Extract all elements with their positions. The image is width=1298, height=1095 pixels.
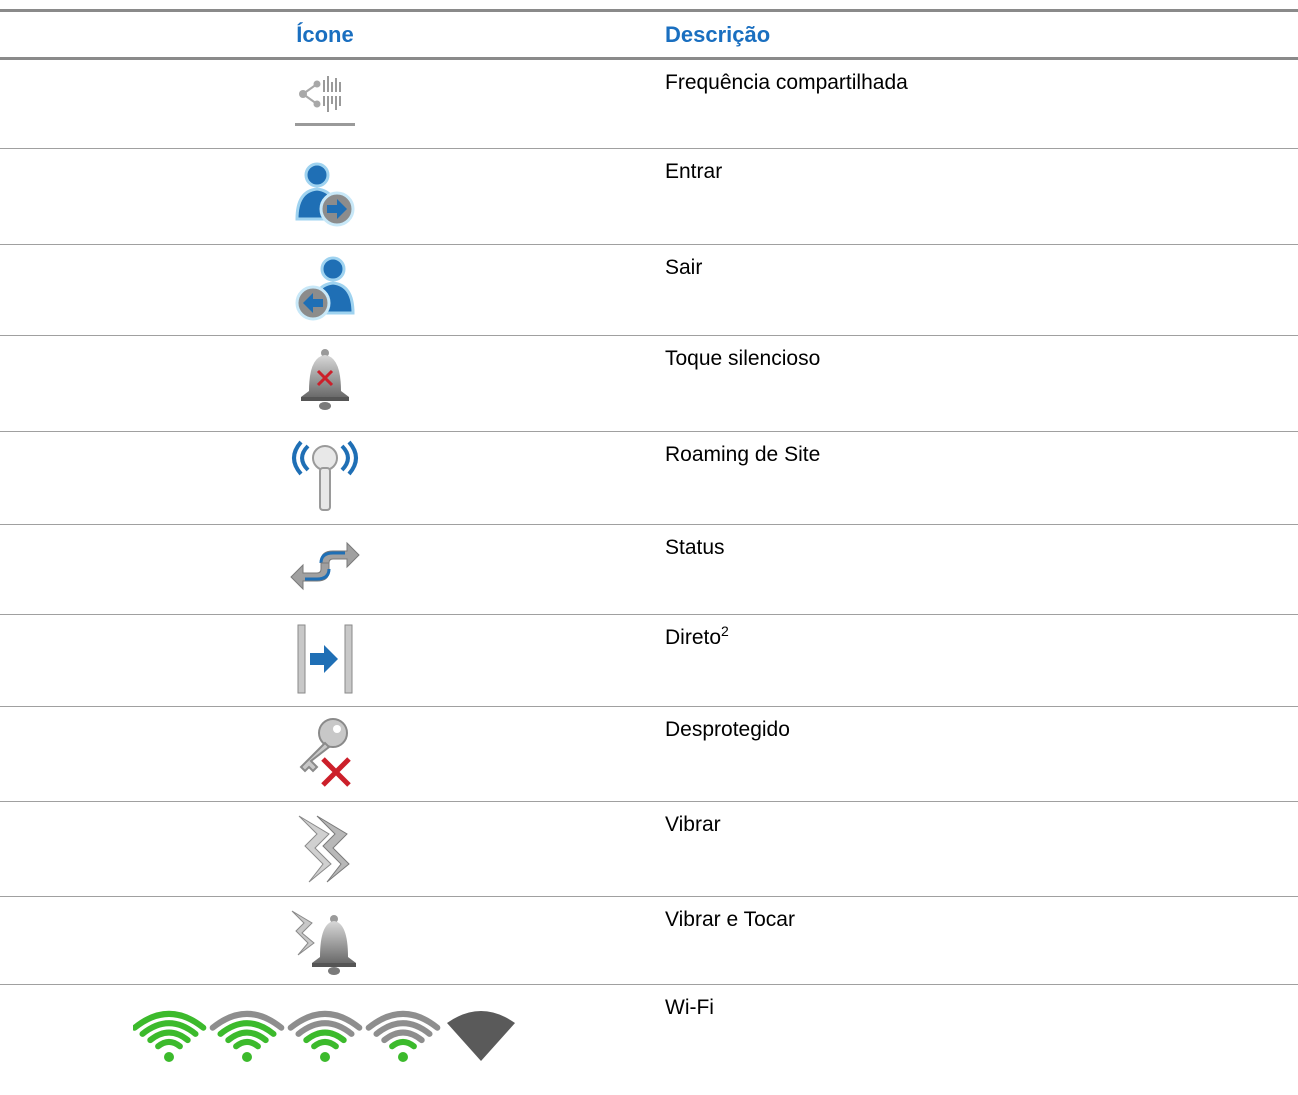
table-row: Roaming de Site — [0, 432, 1298, 525]
row-description: Frequência compartilhada — [665, 71, 908, 94]
wifi-level-1 — [365, 1010, 441, 1062]
table-row: Toque silencioso — [0, 336, 1298, 432]
table-header: Ícone Descrição — [0, 12, 1298, 60]
table-row: Wi-Fi — [0, 985, 1298, 1080]
vibrate-and-ring-icon — [291, 910, 356, 975]
table-row: Status — [0, 525, 1298, 615]
row-description: Status — [665, 536, 725, 559]
row-description: Sair — [665, 256, 703, 279]
wifi-level-2 — [287, 1010, 363, 1062]
row-description: Toque silencioso — [665, 347, 821, 370]
status-icon — [290, 541, 360, 591]
unsecure-icon — [299, 718, 351, 787]
silent-ring-icon — [301, 349, 349, 410]
header-description-column: Descrição — [665, 21, 771, 47]
header-icon-column: Ícone — [296, 21, 354, 47]
table-row: Sair — [0, 245, 1298, 336]
table-row: Vibrar e Tocar — [0, 897, 1298, 985]
row-description: Entrar — [665, 160, 723, 183]
table-row: Vibrar — [0, 802, 1298, 897]
login-icon — [295, 162, 355, 227]
site-roaming-icon — [292, 440, 358, 511]
row-description: Direto — [665, 626, 722, 649]
wifi-level-4 — [133, 1010, 207, 1062]
row-description: Roaming de Site — [665, 443, 821, 466]
logout-icon — [295, 256, 355, 321]
footnote-marker: 2 — [721, 623, 729, 639]
table-row: Desprotegido — [0, 707, 1298, 802]
row-description: Desprotegido — [665, 718, 790, 741]
row-description: Vibrar e Tocar — [665, 908, 795, 931]
wifi-icon — [133, 1010, 515, 1062]
vibrate-icon — [298, 815, 350, 883]
icon-table: Ícone Descrição Frequência compartilhada — [0, 9, 1298, 1080]
table-row: Entrar — [0, 149, 1298, 245]
row-description: Wi-Fi — [665, 996, 714, 1019]
wifi-level-3 — [209, 1010, 285, 1062]
direct-icon — [297, 624, 353, 694]
wifi-level-0 — [447, 1011, 515, 1061]
row-description: Vibrar — [665, 813, 721, 836]
table-row: Direto2 — [0, 615, 1298, 707]
shared-frequency-icon — [295, 76, 355, 126]
table-row: Frequência compartilhada — [0, 60, 1298, 149]
